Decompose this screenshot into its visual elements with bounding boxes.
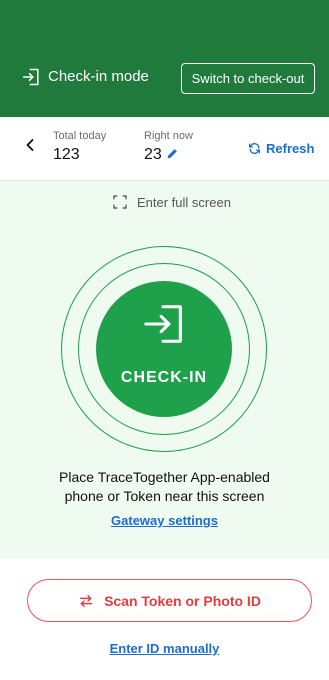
header-bar: Check-in mode Switch to check-out	[0, 0, 329, 117]
pencil-icon[interactable]	[166, 147, 179, 160]
fullscreen-icon	[113, 195, 127, 209]
refresh-label: Refresh	[266, 141, 315, 156]
scan-token-button[interactable]: Scan Token or Photo ID	[27, 579, 312, 622]
chevron-left-icon[interactable]	[20, 135, 40, 155]
check-in-icon	[22, 68, 39, 86]
enter-full-screen-button[interactable]: Enter full screen	[112, 194, 231, 210]
refresh-icon	[248, 143, 261, 154]
mode-title: Check-in mode	[48, 68, 149, 85]
stats-bar: Total today 123 Right now 23 Refresh	[0, 117, 329, 181]
total-today-value: 123	[53, 146, 80, 163]
right-now-caption: Right now	[144, 130, 193, 142]
refresh-button[interactable]: Refresh	[248, 141, 314, 156]
fullscreen-label: Enter full screen	[137, 194, 231, 210]
door-enter-icon	[144, 305, 182, 343]
gateway-settings-link[interactable]: Gateway settings	[0, 513, 329, 528]
enter-id-manually-link[interactable]: Enter ID manually	[0, 641, 329, 656]
scan-label: Scan Token or Photo ID	[104, 592, 261, 609]
switch-to-checkout-button[interactable]: Switch to check-out	[181, 63, 315, 94]
total-today-caption: Total today	[53, 130, 107, 142]
check-in-button[interactable]: CHECK-IN	[96, 281, 232, 417]
instruction-text: Place TraceTogether App-enabled phone or…	[59, 469, 270, 504]
check-in-label: CHECK-IN	[120, 369, 208, 386]
check-in-panel: Enter full screen CHECK-IN Place TraceTo…	[0, 181, 329, 559]
swap-arrows-icon	[79, 594, 93, 607]
right-now-value: 23	[144, 146, 162, 163]
